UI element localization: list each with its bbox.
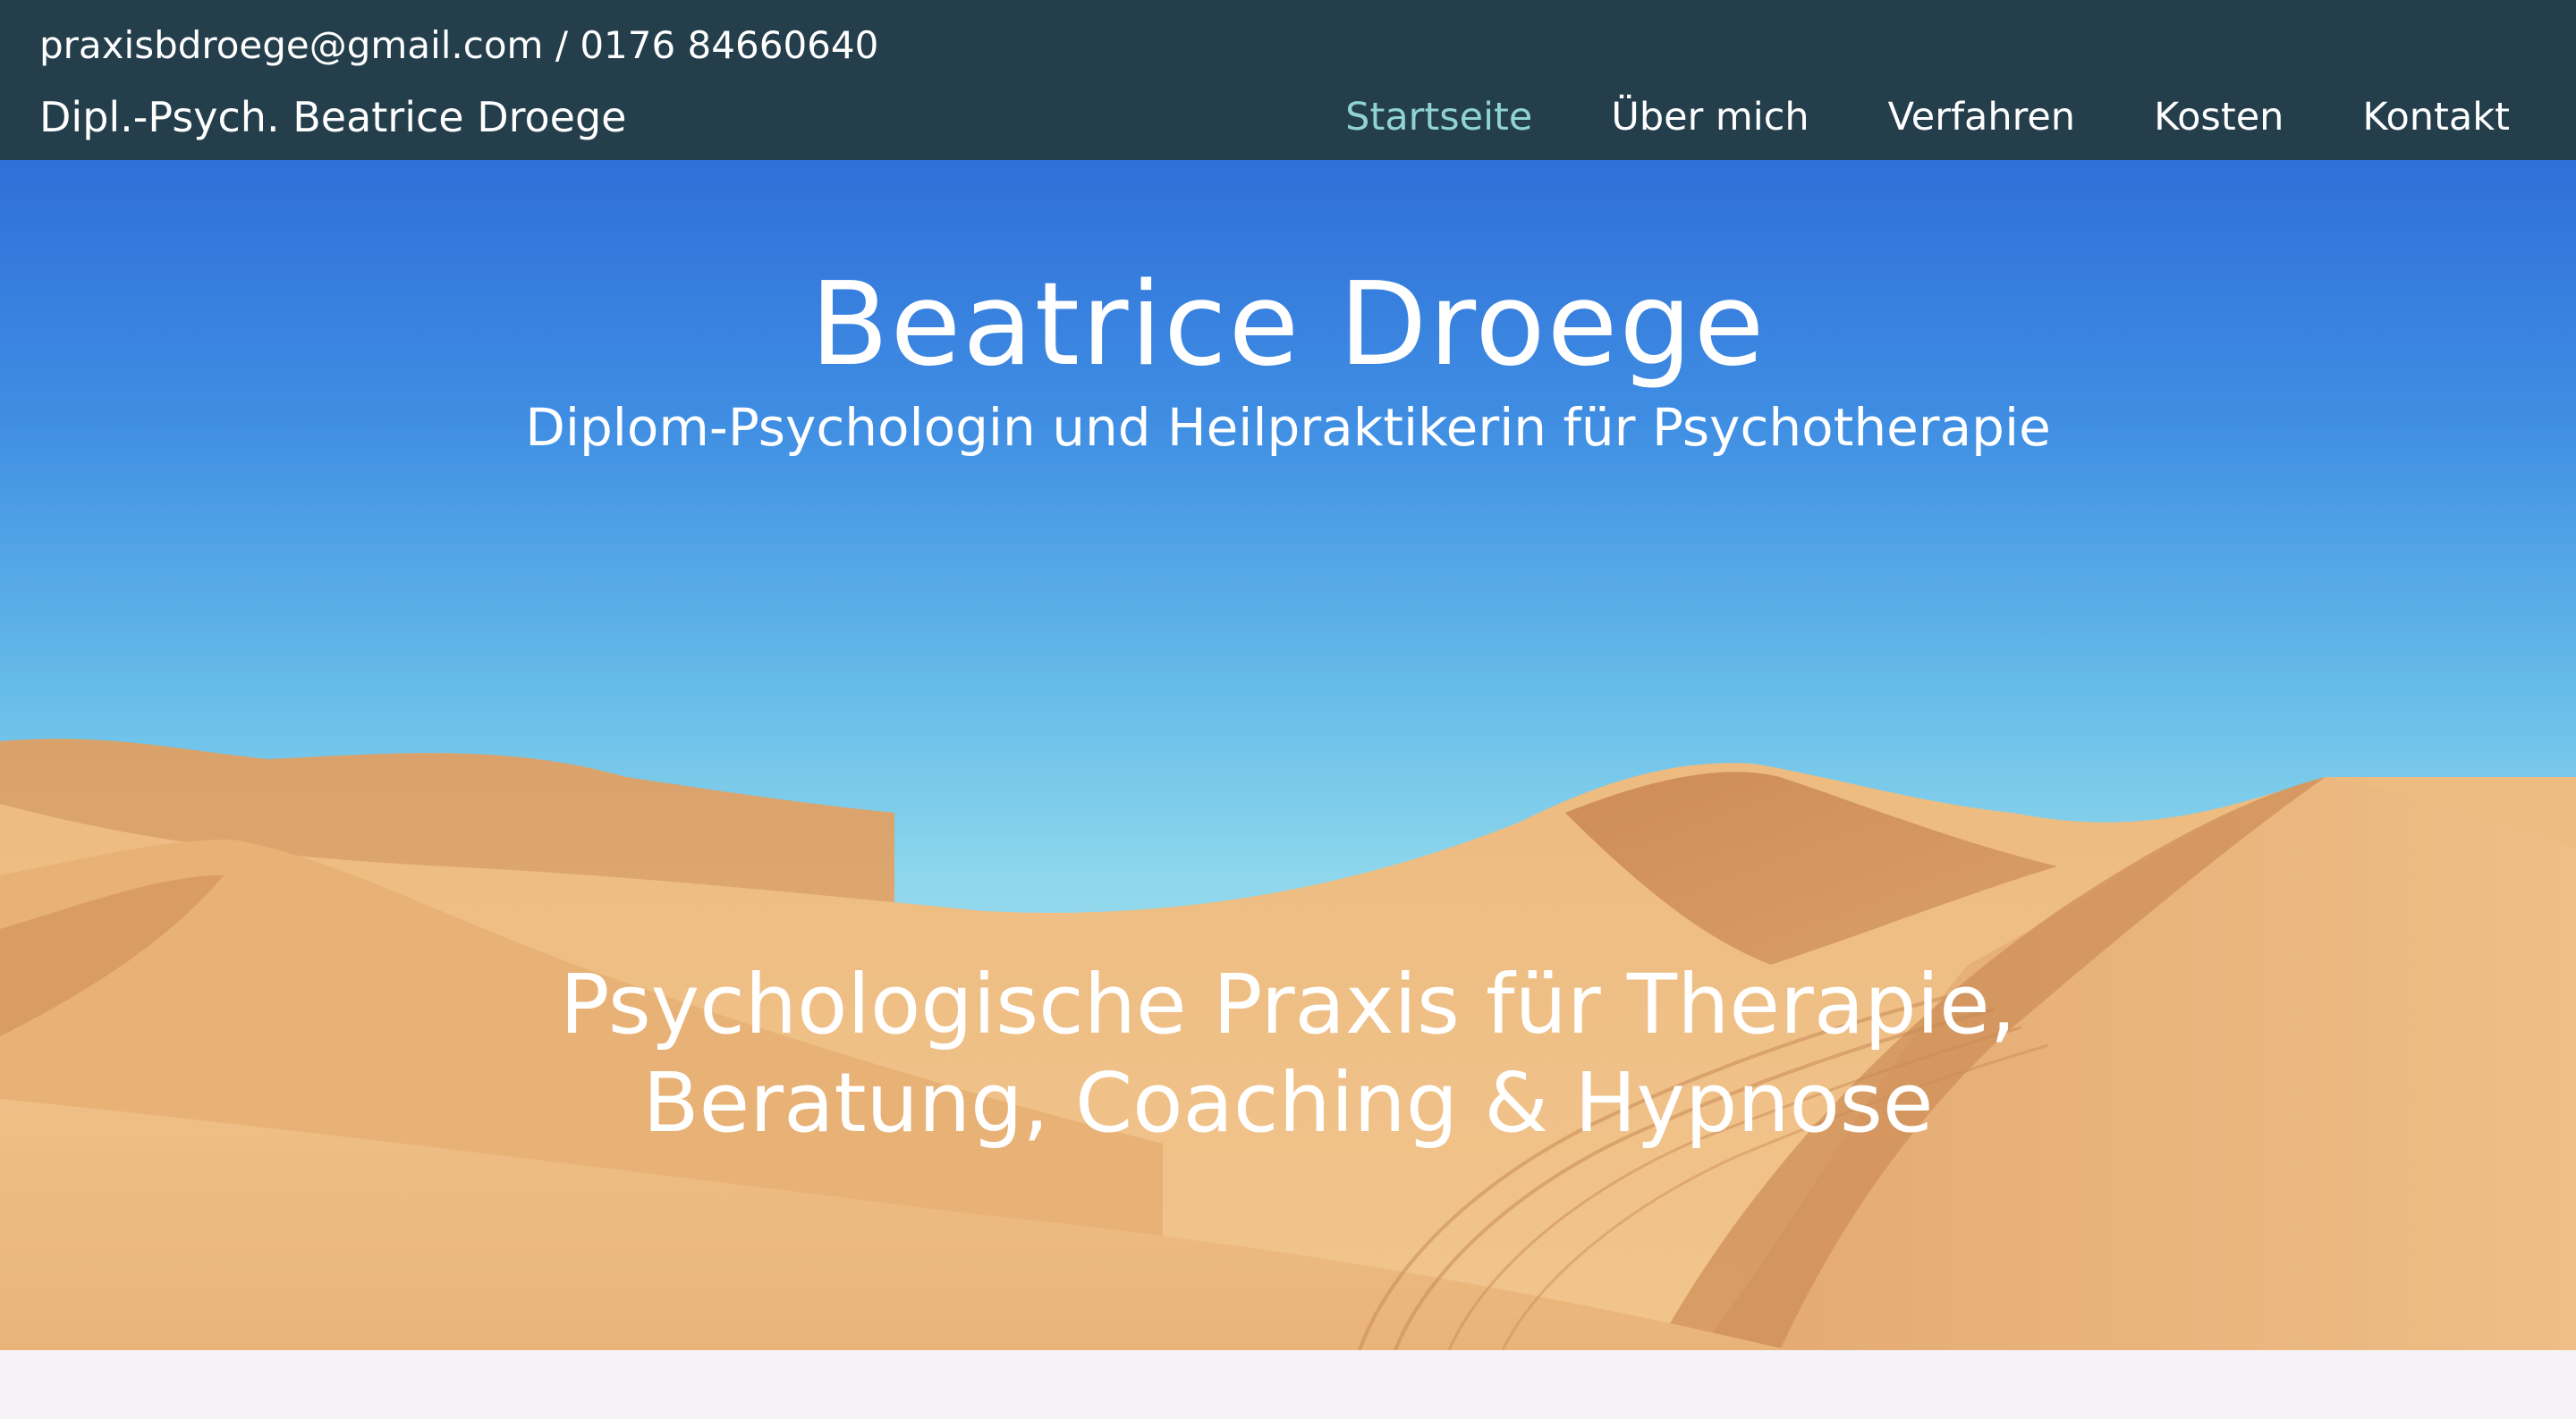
hero-section: Beatrice Droege Diplom-Psychologin und H… [0, 160, 2576, 1350]
nav-item-kosten[interactable]: Kosten [2154, 91, 2284, 143]
nav-item-verfahren[interactable]: Verfahren [1888, 91, 2075, 143]
hero-tagline-line-1: Psychologische Praxis für Therapie, [559, 957, 2016, 1052]
hero-subtitle: Diplom-Psychologin und Heilpraktikerin f… [525, 397, 2051, 458]
contact-info: praxisbdroege@gmail.com / 0176 84660640 [39, 23, 879, 67]
page: praxisbdroege@gmail.com / 0176 84660640 … [0, 0, 2576, 1419]
site-header: praxisbdroege@gmail.com / 0176 84660640 … [0, 0, 2576, 160]
site-title-link[interactable]: Dipl.-Psych. Beatrice Droege [39, 91, 626, 143]
nav-item-startseite[interactable]: Startseite [1345, 91, 1532, 143]
nav-item-ueber-mich[interactable]: Über mich [1611, 91, 1809, 143]
hero-tagline: Psychologische Praxis für Therapie, Bera… [0, 956, 2576, 1153]
nav-item-kontakt[interactable]: Kontakt [2362, 91, 2510, 143]
hero-tagline-line-2: Beratung, Coaching & Hypnose [642, 1055, 1934, 1151]
main-nav: Startseite Über mich Verfahren Kosten Ko… [1345, 91, 2510, 143]
content-section-start [0, 1350, 2576, 1419]
hero-title: Beatrice Droege [809, 258, 1767, 392]
